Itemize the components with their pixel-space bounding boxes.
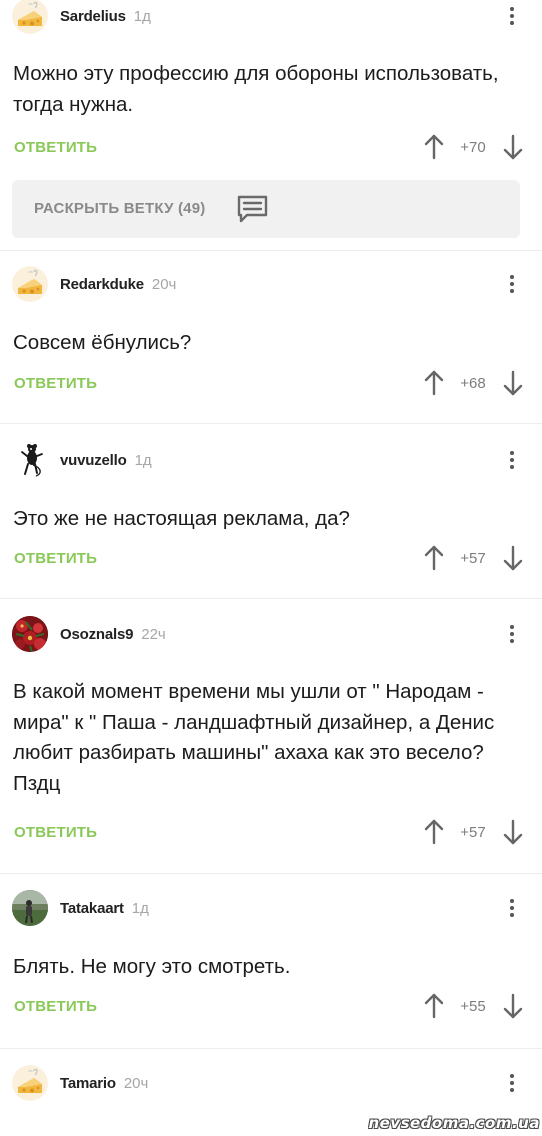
- comment-time: 20ч: [151, 275, 177, 293]
- photo-avatar[interactable]: [12, 890, 48, 926]
- upvote-arrow-icon[interactable]: [423, 370, 445, 396]
- comment-time: 20ч: [123, 1074, 149, 1092]
- expand-thread-label: РАСКРЫТЬ ВЕТКУ (49): [34, 200, 206, 217]
- more-options-icon[interactable]: [502, 890, 522, 926]
- reply-button[interactable]: ОТВЕТИТЬ: [14, 998, 97, 1015]
- comment-text: В какой момент времени мы ушли от " Наро…: [13, 680, 495, 795]
- comment-rating: +70: [460, 139, 486, 156]
- more-options-icon[interactable]: [502, 1065, 522, 1101]
- comment-text: Блять. Не могу это смотреть.: [13, 955, 291, 978]
- divider: [0, 1048, 542, 1049]
- comment-actions: ОТВЕТИТЬ +57: [0, 543, 542, 573]
- more-options-icon[interactable]: [502, 442, 522, 478]
- comment-username[interactable]: Osoznals9: [60, 626, 133, 643]
- comment-header: Tamario 20ч: [12, 1065, 148, 1101]
- upvote-arrow-icon[interactable]: [423, 993, 445, 1019]
- divider: [0, 873, 542, 874]
- comment-header: vuvuzello 1д: [12, 442, 152, 478]
- reply-button[interactable]: ОТВЕТИТЬ: [14, 375, 97, 392]
- comment-time: 1д: [134, 451, 152, 469]
- divider: [0, 250, 542, 251]
- comment-username[interactable]: vuvuzello: [60, 452, 127, 469]
- reply-button[interactable]: ОТВЕТИТЬ: [14, 824, 97, 841]
- more-options-icon[interactable]: [502, 266, 522, 302]
- comment-lines-icon: [237, 195, 268, 223]
- comment-username[interactable]: Tatakaart: [60, 900, 124, 917]
- comment-rating: +57: [460, 824, 486, 841]
- comment-actions: ОТВЕТИТЬ +70: [0, 132, 542, 162]
- upvote-arrow-icon[interactable]: [423, 134, 445, 160]
- watermark: nevsedoma.com.ua: [368, 1114, 540, 1132]
- comment-actions: ОТВЕТИТЬ +68: [0, 368, 542, 398]
- reply-button[interactable]: ОТВЕТИТЬ: [14, 550, 97, 567]
- downvote-arrow-icon[interactable]: [502, 819, 524, 845]
- comment-rating: +57: [460, 550, 486, 567]
- comment-text: Можно эту профессию для обороны использо…: [13, 62, 499, 116]
- red-flowers-avatar[interactable]: [12, 616, 48, 652]
- comment-time: 1д: [131, 899, 149, 917]
- comment-time: 22ч: [141, 625, 166, 643]
- downvote-arrow-icon[interactable]: [502, 134, 524, 160]
- comment-rating: +55: [460, 998, 486, 1015]
- upvote-arrow-icon[interactable]: [423, 545, 445, 571]
- comment-rating: +68: [460, 375, 486, 392]
- comment-header: Sardelius 1д: [12, 0, 151, 34]
- comment-username[interactable]: Sardelius: [60, 8, 126, 25]
- comment-username[interactable]: Tamario: [60, 1075, 116, 1092]
- upvote-arrow-icon[interactable]: [423, 819, 445, 845]
- divider: [0, 423, 542, 424]
- comment-header: Redarkduke 20ч: [12, 266, 176, 302]
- comment-text: Совсем ёбнулись?: [13, 331, 192, 354]
- comment-header: Osoznals9 22ч: [12, 616, 166, 652]
- comment-actions: ОТВЕТИТЬ +57: [0, 817, 542, 847]
- expand-thread-button[interactable]: РАСКРЫТЬ ВЕТКУ (49): [12, 180, 520, 238]
- reply-button[interactable]: ОТВЕТИТЬ: [14, 139, 97, 156]
- comment-text: Это же не настоящая реклама, да?: [13, 507, 350, 530]
- divider: [0, 598, 542, 599]
- rat-avatar-icon[interactable]: [12, 442, 48, 478]
- downvote-arrow-icon[interactable]: [502, 993, 524, 1019]
- cheese-avatar-icon[interactable]: [12, 1065, 48, 1101]
- more-options-icon[interactable]: [502, 616, 522, 652]
- comment-header: Tatakaart 1д: [12, 890, 149, 926]
- cheese-avatar-icon[interactable]: [12, 0, 48, 34]
- downvote-arrow-icon[interactable]: [502, 545, 524, 571]
- cheese-avatar-icon[interactable]: [12, 266, 48, 302]
- comment-username[interactable]: Redarkduke: [60, 276, 144, 293]
- more-options-icon[interactable]: [502, 0, 522, 34]
- comment-actions: ОТВЕТИТЬ +55: [0, 991, 542, 1021]
- comment-time: 1д: [133, 7, 151, 25]
- downvote-arrow-icon[interactable]: [502, 370, 524, 396]
